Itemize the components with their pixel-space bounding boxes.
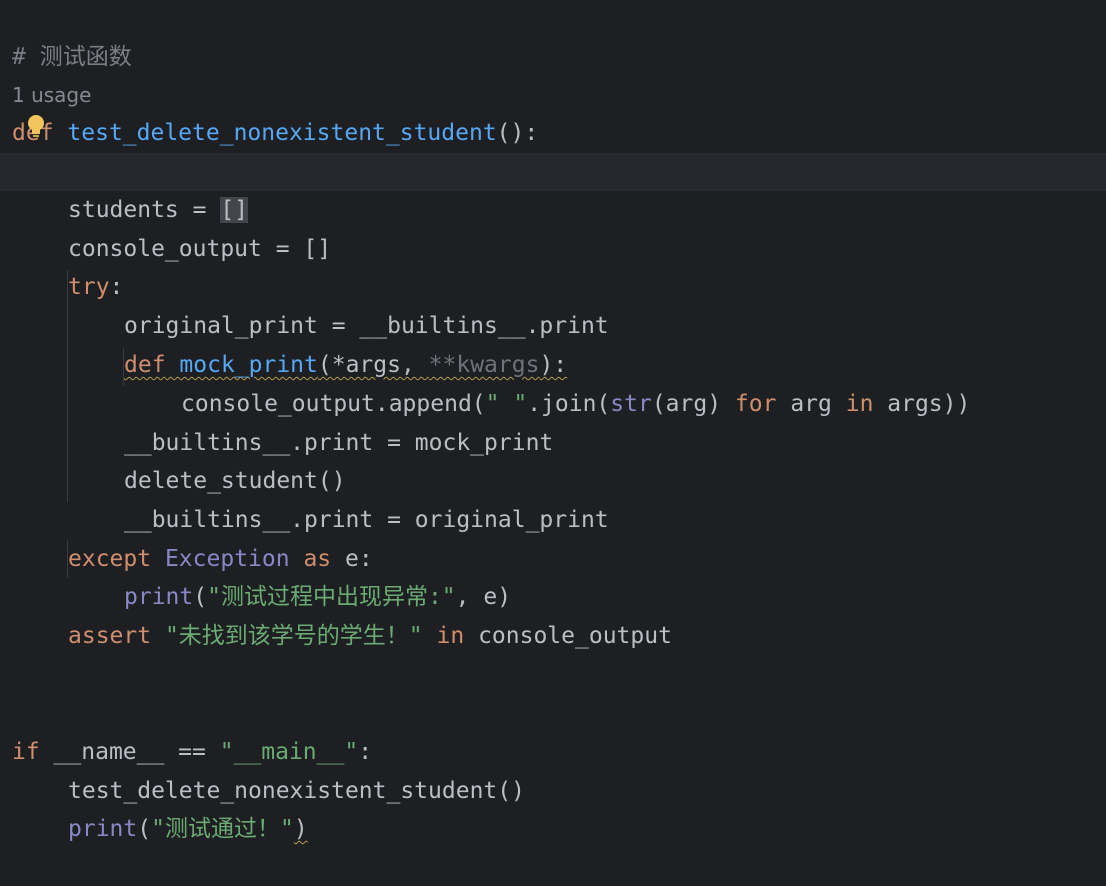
code-line[interactable]: except Exception as e: — [0, 502, 1106, 572]
builtin-name: print — [68, 816, 138, 842]
code-line[interactable]: global students — [0, 114, 1106, 184]
code-line[interactable]: original_print = __builtins__.print — [0, 269, 1106, 339]
code-line[interactable]: try: — [0, 230, 1106, 300]
code-line[interactable]: console_output.append(" ".join(str(arg) … — [0, 347, 1106, 417]
lightbulb-icon[interactable] — [24, 113, 48, 141]
code-editor[interactable]: # 测试函数 1 usage def test_delete_nonexiste… — [0, 0, 1106, 860]
string-literal: "未找到该学号的学生！" — [164, 623, 423, 649]
code-line[interactable]: console_output = [] — [0, 192, 1106, 262]
keyword-assert: assert — [68, 623, 152, 649]
code-line[interactable]: __builtins__.print = mock_print — [0, 386, 1106, 456]
code-line[interactable]: # 测试函数 — [0, 0, 1106, 70]
code-line[interactable]: delete_student() — [0, 424, 1106, 494]
string-literal: "测试通过！" — [151, 816, 294, 842]
warning-squiggle[interactable]: ) — [294, 816, 308, 842]
code-line-current[interactable]: students = [] — [0, 153, 1106, 223]
code-token: ( — [137, 816, 152, 842]
code-line[interactable]: print("测试过程中出现异常:", e) — [0, 540, 1106, 610]
code-line[interactable]: if __name__ == "__main__": — [0, 695, 1106, 765]
code-token: console_output — [464, 623, 672, 649]
keyword-in: in — [436, 623, 465, 649]
code-line[interactable]: test_delete_nonexistent_student() — [0, 734, 1106, 804]
usage-hint-line[interactable]: 1 usage — [0, 38, 1106, 107]
code-line[interactable]: print("测试通过！") — [0, 772, 1106, 842]
code-line[interactable]: def test_delete_nonexistent_student(): — [0, 76, 1106, 146]
code-line[interactable]: __builtins__.print = original_print — [0, 463, 1106, 533]
code-line[interactable]: def mock_print(*args, **kwargs): — [0, 308, 1106, 378]
code-line[interactable]: assert "未找到该学号的学生！" in console_output — [0, 579, 1106, 649]
